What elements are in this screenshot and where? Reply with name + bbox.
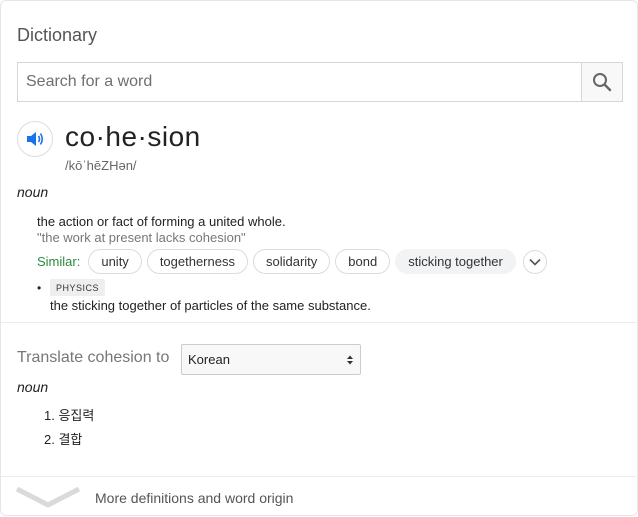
speaker-icon (27, 132, 44, 146)
similar-chip-togetherness[interactable]: togetherness (146, 249, 248, 274)
search-button[interactable] (581, 63, 622, 101)
language-select[interactable]: Korean (181, 344, 361, 375)
chevron-down-icon (15, 486, 81, 508)
language-select-value: Korean (188, 352, 230, 367)
definition-text: the action or fact of forming a united w… (37, 214, 286, 229)
similar-chip-sticking-together[interactable]: sticking together (395, 249, 516, 274)
translation-part-of-speech: noun (17, 379, 49, 395)
section-divider (1, 322, 638, 323)
similar-label: Similar: (37, 254, 81, 269)
subject-tag: PHYSICS (50, 279, 106, 296)
dictionary-card: Dictionary co·he·sion /kōˈhēZHən/ noun t… (0, 0, 638, 516)
more-definitions-link[interactable]: More definitions and word origin (1, 477, 638, 517)
search-icon (593, 73, 612, 92)
select-arrows-icon (347, 355, 353, 364)
definition-text-physics: the sticking together of particles of th… (50, 298, 371, 313)
search-input[interactable] (18, 63, 581, 101)
chevron-down-icon (529, 258, 541, 266)
search-box (17, 62, 623, 102)
more-similar-button[interactable] (522, 249, 547, 274)
similar-words-row: Similar: unity togetherness solidarity b… (37, 249, 547, 274)
similar-chip-bond[interactable]: bond (335, 249, 391, 274)
definition-bullet: • (37, 281, 42, 295)
translation-item: 1. 응집력 (44, 408, 95, 423)
translation-item: 2. 결합 (44, 432, 83, 447)
section-title: Dictionary (17, 25, 98, 45)
part-of-speech: noun (17, 184, 49, 200)
headword: co·he·sion (65, 121, 201, 152)
translate-label: Translate cohesion to (17, 349, 170, 366)
pronounce-button[interactable] (17, 121, 53, 157)
definition-example: "the work at present lacks cohesion" (37, 230, 246, 245)
similar-chip-solidarity[interactable]: solidarity (252, 249, 331, 274)
phonetic-spelling: /kōˈhēZHən/ (65, 158, 137, 173)
more-definitions-text: More definitions and word origin (95, 490, 294, 506)
similar-chip-unity[interactable]: unity (88, 249, 142, 274)
